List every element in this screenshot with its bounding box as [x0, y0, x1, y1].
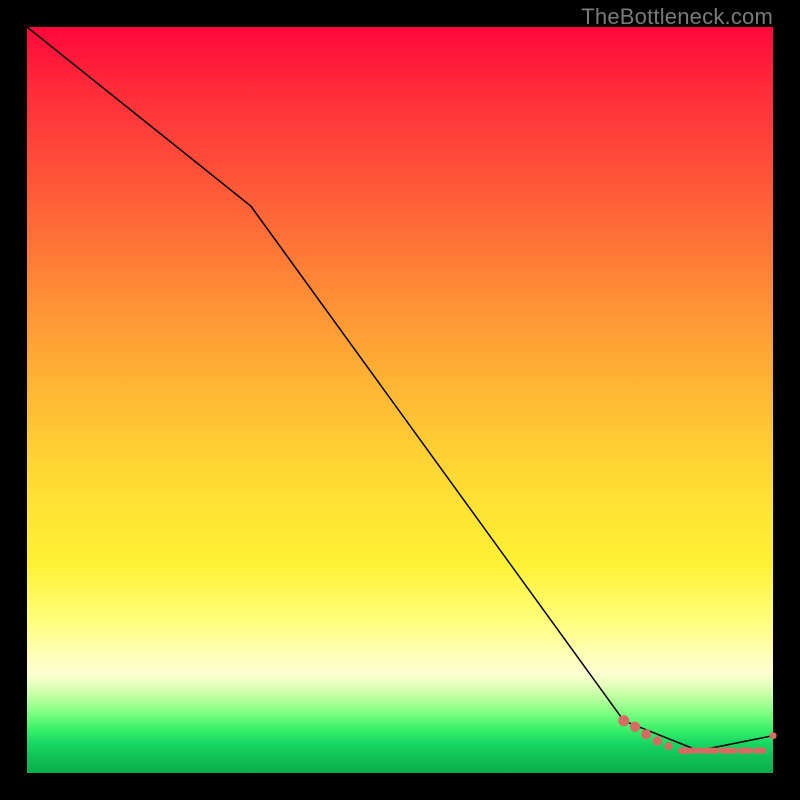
data-point: [641, 729, 651, 739]
data-point: [653, 736, 662, 745]
data-point: [618, 715, 629, 726]
chart-stage: TheBottleneck.com: [0, 0, 800, 800]
dash-segment: [719, 748, 738, 754]
chart-overlay: [27, 27, 773, 773]
chart-curve: [27, 27, 773, 751]
dash-segment: [753, 748, 766, 754]
data-point: [769, 732, 776, 739]
data-point: [665, 742, 673, 750]
dash-segment: [738, 748, 753, 754]
dash-segment: [678, 748, 697, 754]
chart-markers: [618, 715, 776, 754]
data-point: [630, 722, 640, 732]
dash-segment: [700, 748, 719, 754]
